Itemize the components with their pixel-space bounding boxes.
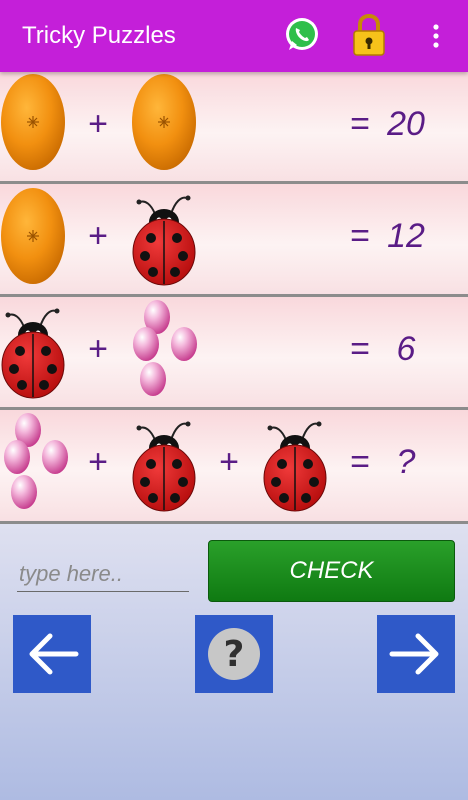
orange-icon (0, 72, 66, 172)
plus-operator: + (219, 443, 239, 481)
orange-icon (0, 186, 66, 286)
app-bar: Tricky Puzzles (0, 0, 468, 72)
previous-button[interactable] (13, 615, 91, 693)
arrow-left-icon (29, 633, 79, 675)
app-title: Tricky Puzzles (22, 22, 176, 49)
plus-operator: + (88, 330, 108, 368)
pink-beads-icon (2, 412, 68, 512)
whatsapp-icon[interactable] (283, 16, 321, 54)
ladybug-icon (262, 412, 328, 512)
puzzle-row-4: + + = ? (0, 410, 468, 521)
question-icon: ? (208, 628, 260, 680)
answer-input[interactable] (17, 556, 189, 592)
svg-text:?: ? (224, 634, 245, 675)
row-result: 12 (387, 217, 425, 255)
orange-icon (131, 72, 197, 172)
next-button[interactable] (377, 615, 455, 693)
plus-operator: + (88, 443, 108, 481)
row-result: 6 (396, 330, 416, 368)
row-result-unknown: ? (396, 443, 416, 481)
row-divider (0, 521, 468, 524)
plus-operator: + (88, 105, 108, 143)
arrow-right-icon (389, 633, 439, 675)
ladybug-icon (0, 299, 66, 399)
ladybug-icon (131, 186, 197, 286)
ladybug-icon (131, 412, 197, 512)
pink-beads-icon (131, 299, 197, 399)
puzzle-row-3: + = 6 (0, 297, 468, 408)
puzzle-row-1: + = 20 (0, 72, 468, 183)
check-button[interactable]: CHECK (208, 540, 455, 602)
row-result: 20 (387, 105, 425, 143)
lock-icon[interactable] (352, 13, 386, 56)
more-vert-icon[interactable] (426, 22, 446, 50)
hint-button[interactable]: ? (195, 615, 273, 693)
puzzle-row-2: + = 12 (0, 184, 468, 295)
plus-operator: + (88, 217, 108, 255)
